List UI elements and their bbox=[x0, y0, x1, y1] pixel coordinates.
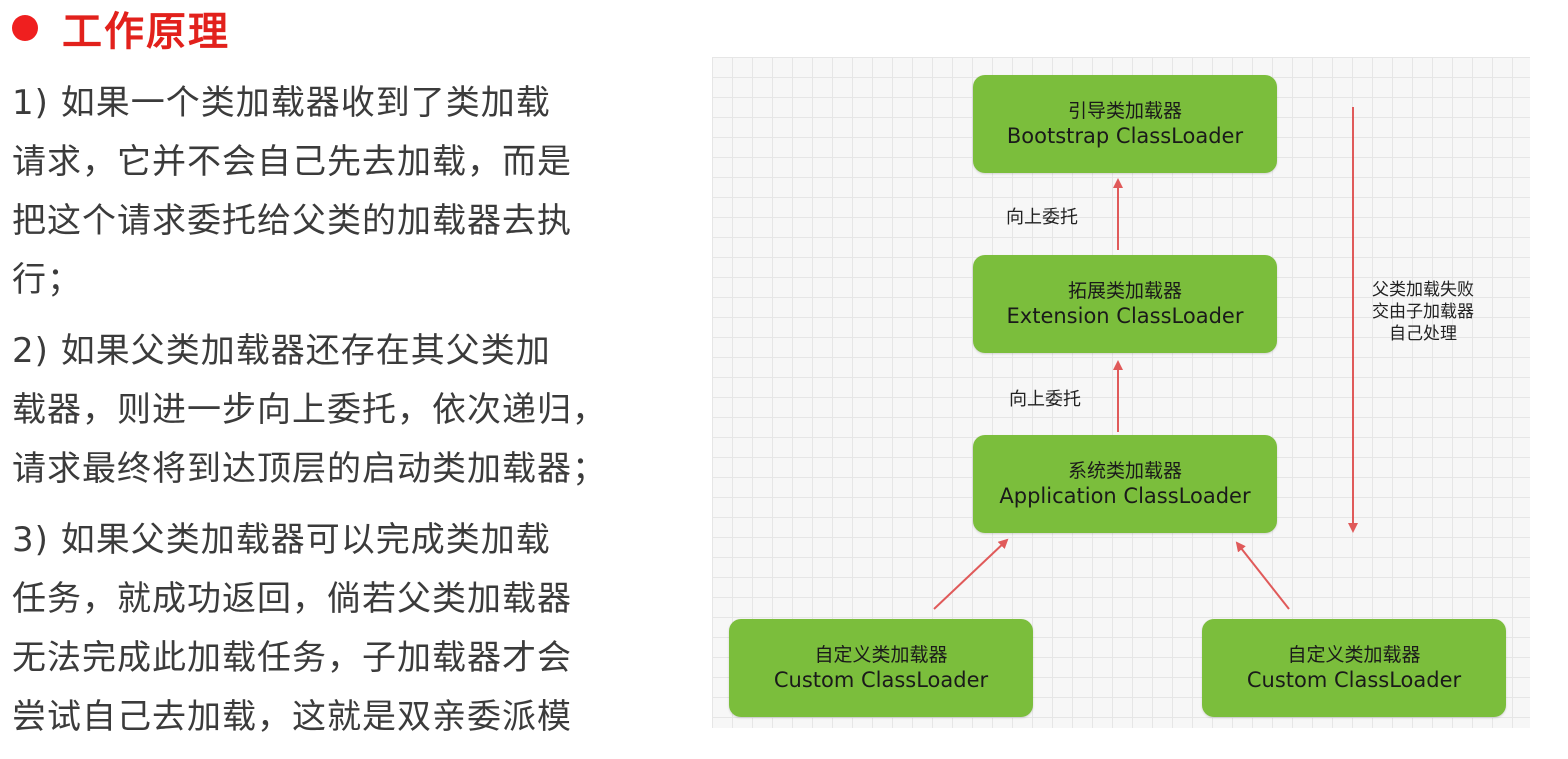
node-en-label: Custom ClassLoader bbox=[773, 668, 989, 692]
bootstrap-classloader-node: 引导类加载器 Bootstrap ClassLoader bbox=[973, 75, 1277, 173]
bullet-dot-icon bbox=[12, 15, 38, 41]
application-classloader-node: 系统类加载器 Application ClassLoader bbox=[973, 435, 1277, 533]
paragraph-line: 把这个请求委托给父类的加载器去执 bbox=[12, 201, 572, 241]
node-cn-label: 自定义类加载器 bbox=[1287, 644, 1421, 666]
paragraph-3: 3) 如果父类加载器可以完成类加载 任务，就成功返回，倘若父类加载器 无法完成此… bbox=[12, 511, 682, 747]
delegate-up-label-upper: 向上委托 bbox=[1006, 207, 1078, 228]
classloader-diagram: 引导类加载器 Bootstrap ClassLoader 拓展类加载器 Exte… bbox=[712, 57, 1530, 728]
paragraph-1: 1) 如果一个类加载器收到了类加载 请求，它并不会自己先去加载，而是 把这个请求… bbox=[12, 74, 682, 310]
paragraph-line: 尝试自己去加载，这就是双亲委派模 bbox=[12, 697, 572, 737]
node-cn-label: 拓展类加载器 bbox=[1067, 280, 1182, 302]
node-cn-label: 系统类加载器 bbox=[1067, 460, 1182, 482]
paragraph-line: 请求，它并不会自己先去加载，而是 bbox=[12, 142, 572, 182]
section-title: 工作原理 bbox=[62, 8, 230, 55]
extension-classloader-node: 拓展类加载器 Extension ClassLoader bbox=[973, 255, 1277, 353]
custom-classloader-node-left: 自定义类加载器 Custom ClassLoader bbox=[729, 619, 1033, 717]
delegate-up-label-lower: 向上委托 bbox=[1009, 389, 1081, 410]
paragraph-line: 3) 如果父类加载器可以完成类加载 bbox=[12, 520, 551, 560]
arrow-custom-right-to-application bbox=[1235, 541, 1290, 610]
fallback-note-line: 自己处理 bbox=[1389, 324, 1457, 344]
node-cn-label: 自定义类加载器 bbox=[814, 644, 948, 666]
custom-classloader-node-right: 自定义类加载器 Custom ClassLoader bbox=[1202, 619, 1506, 717]
paragraph-line: 行； bbox=[12, 260, 82, 300]
node-cn-label: 引导类加载器 bbox=[1067, 100, 1182, 122]
node-en-label: Application ClassLoader bbox=[999, 484, 1251, 508]
section-header: 工作原理 bbox=[12, 2, 230, 55]
paragraph-line: 载器，则进一步向上委托，依次递归， bbox=[12, 390, 607, 430]
node-en-label: Bootstrap ClassLoader bbox=[1006, 124, 1244, 148]
paragraph-2: 2) 如果父类加载器还存在其父类加 载器，则进一步向上委托，依次递归， 请求最终… bbox=[12, 322, 682, 499]
node-en-label: Extension ClassLoader bbox=[1006, 304, 1244, 328]
arrow-custom-left-to-application bbox=[933, 538, 1009, 610]
paragraph-line: 任务，就成功返回，倘若父类加载器 bbox=[12, 579, 572, 619]
paragraph-line: 无法完成此加载任务，子加载器才会 bbox=[12, 638, 572, 678]
fallback-note: 父类加载失败 交由子加载器 自己处理 bbox=[1358, 279, 1488, 345]
paragraph-line: 1) 如果一个类加载器收到了类加载 bbox=[12, 83, 551, 123]
paragraph-line: 2) 如果父类加载器还存在其父类加 bbox=[12, 331, 551, 371]
fallback-note-line: 父类加载失败 bbox=[1372, 280, 1474, 300]
paragraph-line: 请求最终将到达顶层的启动类加载器； bbox=[12, 449, 607, 489]
node-en-label: Custom ClassLoader bbox=[1246, 668, 1462, 692]
explanation-text: 1) 如果一个类加载器收到了类加载 请求，它并不会自己先去加载，而是 把这个请求… bbox=[12, 74, 682, 759]
fallback-note-line: 交由子加载器 bbox=[1372, 302, 1474, 322]
